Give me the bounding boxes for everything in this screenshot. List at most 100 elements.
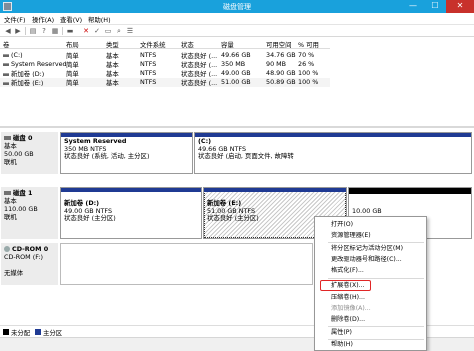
- col-capacity[interactable]: 容量: [221, 40, 234, 49]
- close-button[interactable]: ✕: [446, 0, 474, 13]
- row-volume: 新加卷 (D:): [3, 69, 44, 78]
- context-menu: 打开(O) 资源管理器(E) 将分区标记为活动分区(M) 更改驱动器号和路径(C…: [314, 216, 427, 351]
- forward-icon[interactable]: ▶: [14, 27, 22, 35]
- legend-primary-swatch: [35, 329, 41, 335]
- row-status: 状态良好 (...: [181, 79, 218, 87]
- row-layout: 简单: [66, 79, 79, 87]
- menu-action[interactable]: 操作(A): [32, 15, 54, 24]
- disk-state: 联机: [4, 213, 17, 221]
- volume-list-header: 卷 布局 类型 文件系统 状态 容量 可用空间 % 可用: [0, 40, 330, 49]
- menu-separator: [328, 242, 424, 243]
- col-free[interactable]: 可用空间: [266, 40, 292, 49]
- row-volume: System Reserved: [3, 60, 67, 68]
- open-icon[interactable]: ▭: [104, 27, 112, 35]
- row-capacity: 51.00 GB: [221, 78, 251, 86]
- table-row[interactable]: System Reserved 简单 基本 NTFS 状态良好 (... 350…: [0, 60, 330, 69]
- legend-unallocated-swatch: [3, 329, 9, 335]
- row-layout: 简单: [66, 52, 79, 60]
- disk-1-label[interactable]: 磁盘 1 基本 110.00 GB 联机: [1, 187, 58, 239]
- disk-size: 50.00 GB: [4, 150, 34, 158]
- menu-item-change-drive-letter[interactable]: 更改驱动器号和路径(C)...: [316, 255, 426, 265]
- menu-file[interactable]: 文件(F): [4, 15, 25, 24]
- row-pct: 100 %: [298, 69, 319, 77]
- partition-name: 新加卷 (D:): [64, 199, 100, 207]
- minimize-button[interactable]: —: [402, 0, 424, 13]
- partition-name: 新加卷 (E:): [207, 199, 242, 207]
- delete-icon[interactable]: ✕: [82, 27, 90, 35]
- volume-icon: [3, 72, 9, 76]
- table-row[interactable]: (C:) 简单 基本 NTFS 状态良好 (... 49.66 GB 34.76…: [0, 51, 330, 60]
- primary-partition-bar: [195, 133, 471, 137]
- partition-d[interactable]: 新加卷 (D:) 49.00 GB NTFS 状态良好 (主分区): [60, 187, 202, 239]
- row-free: 50.89 GB: [266, 78, 296, 86]
- extend-volume-highlight: [320, 280, 371, 291]
- menu-item-format[interactable]: 格式化(F)...: [316, 266, 426, 276]
- toolbar: ◀ ▶ ▤ ? ▦ ▬ ✕ ✓ ▭ ⌕ ☰: [0, 25, 474, 37]
- menu-item-delete-volume[interactable]: 删除卷(D)...: [316, 315, 426, 325]
- back-icon[interactable]: ◀: [4, 27, 12, 35]
- disk-type: 基本: [4, 142, 17, 150]
- list-icon[interactable]: ☰: [126, 27, 134, 35]
- row-fs: NTFS: [140, 60, 157, 68]
- disk-icon[interactable]: ▬: [66, 27, 74, 35]
- title-bar: 磁盘管理 — ☐ ✕: [0, 0, 474, 13]
- row-type: 基本: [106, 79, 119, 87]
- properties-icon[interactable]: ▦: [51, 27, 59, 35]
- cdrom-0-label[interactable]: CD-ROM 0 CD-ROM (F:) 无媒体: [1, 243, 58, 285]
- partition-c[interactable]: (C:) 49.66 GB NTFS 状态良好 (启动, 页面文件, 故障转: [194, 132, 472, 174]
- table-row[interactable]: 新加卷 (D:) 简单 基本 NTFS 状态良好 (... 49.00 GB 4…: [0, 69, 330, 78]
- check-icon[interactable]: ✓: [93, 27, 101, 35]
- partition-status: 状态良好 (系统, 活动, 主分区): [64, 152, 150, 161]
- col-layout[interactable]: 布局: [66, 40, 79, 49]
- row-status: 状态良好 (...: [181, 52, 218, 60]
- volume-icon: [3, 81, 9, 85]
- search-icon[interactable]: ⌕: [115, 27, 123, 35]
- legend-unallocated-label: 未分配: [11, 329, 31, 337]
- menu-item-shrink-volume[interactable]: 压缩卷(H)...: [316, 293, 426, 303]
- col-pct-free[interactable]: % 可用: [298, 40, 319, 49]
- disk-0-label[interactable]: 磁盘 0 基本 50.00 GB 联机: [1, 132, 58, 174]
- unallocated-bar: [349, 188, 471, 194]
- volume-name: (C:): [11, 51, 23, 59]
- menu-separator: [328, 278, 424, 279]
- volume-name: 新加卷 (E:): [11, 79, 44, 87]
- disk-name: 磁盘 0: [13, 134, 33, 142]
- row-type: 基本: [106, 52, 119, 60]
- col-type[interactable]: 类型: [106, 40, 119, 49]
- menu-bar: 文件(F) 操作(A) 查看(V) 帮助(H): [0, 13, 474, 25]
- cdrom-state: 无媒体: [4, 269, 24, 277]
- row-volume: (C:): [3, 51, 23, 59]
- help-icon[interactable]: ?: [40, 27, 48, 35]
- menu-view[interactable]: 查看(V): [60, 15, 82, 24]
- row-status: 状态良好 (...: [181, 61, 218, 69]
- cdrom-area[interactable]: [60, 243, 313, 285]
- partition-status: 状态良好 (主分区): [64, 214, 116, 223]
- menu-item-properties[interactable]: 属性(P): [316, 328, 426, 338]
- row-layout: 简单: [66, 70, 79, 78]
- col-status[interactable]: 状态: [181, 40, 194, 49]
- menu-item-help[interactable]: 帮助(H): [316, 340, 426, 350]
- legend-primary-label: 主分区: [43, 329, 63, 337]
- menu-item-add-mirror: 添加镜像(A)...: [331, 305, 371, 312]
- volume-list-icon[interactable]: ▤: [29, 27, 37, 35]
- disk-size: 110.00 GB: [4, 205, 38, 213]
- row-capacity: 49.66 GB: [221, 51, 251, 59]
- menu-item-open[interactable]: 打开(O): [316, 220, 426, 230]
- partition-system-reserved[interactable]: System Reserved 350 MB NTFS 状态良好 (系统, 活动…: [60, 132, 193, 174]
- row-pct: 70 %: [298, 51, 315, 59]
- row-free: 48.90 GB: [266, 69, 296, 77]
- menu-item-explore[interactable]: 资源管理器(E): [316, 231, 426, 241]
- partition-name: System Reserved: [64, 137, 127, 145]
- menu-item-mark-active[interactable]: 将分区标记为活动分区(M): [316, 244, 426, 254]
- partition-status: 状态良好 (启动, 页面文件, 故障转: [198, 152, 294, 161]
- row-fs: NTFS: [140, 78, 157, 86]
- table-row[interactable]: 新加卷 (E:) 简单 基本 NTFS 状态良好 (... 51.00 GB 5…: [0, 78, 330, 87]
- row-free: 90 MB: [266, 60, 287, 68]
- col-volume[interactable]: 卷: [3, 40, 9, 49]
- row-pct: 26 %: [298, 60, 315, 68]
- volume-icon: [3, 53, 9, 57]
- row-capacity: 350 MB: [221, 60, 246, 68]
- maximize-button[interactable]: ☐: [424, 0, 446, 13]
- menu-help[interactable]: 帮助(H): [88, 15, 111, 24]
- col-filesystem[interactable]: 文件系统: [140, 40, 166, 49]
